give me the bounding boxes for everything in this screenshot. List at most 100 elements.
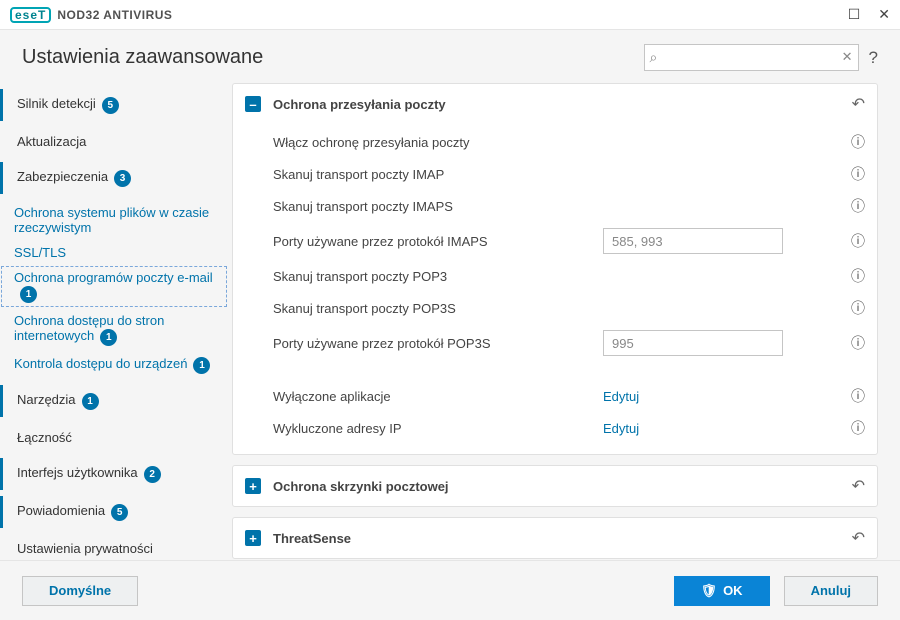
search-icon: ⌕ [650, 49, 658, 66]
close-icon[interactable]: ✕ [878, 6, 890, 23]
cancel-button[interactable]: Anuluj [784, 576, 878, 606]
badge: 5 [111, 504, 128, 521]
sidebar-item[interactable]: Silnik detekcji 5 [0, 89, 228, 121]
sidebar-subitem[interactable]: Ochrona dostępu do stron internetowych1 [0, 308, 228, 351]
reset-icon[interactable]: ↶ [852, 528, 865, 548]
sidebar-item[interactable]: Narzędzia1 [0, 385, 228, 417]
sidebar-item-label: Ustawienia prywatności [17, 541, 153, 556]
sidebar-subitem[interactable]: SSL/TLS [0, 240, 228, 265]
header: Ustawienia zaawansowane ⌕ ✕ ? [0, 30, 900, 79]
setting-row: Włącz ochronę przesyłania poczty ⓘ [233, 126, 877, 158]
setting-control: Edytuj [603, 389, 813, 404]
setting-row: Skanuj transport poczty POP3 ⓘ [233, 260, 877, 292]
main: Silnik detekcji 5 Aktualizacja Zabezpieczen… [0, 79, 900, 599]
setting-label: Włącz ochronę przesyłania poczty [273, 135, 603, 150]
text-input[interactable] [603, 228, 783, 254]
spacer [233, 362, 877, 380]
panel-title: Ochrona skrzynki pocztowej [273, 479, 449, 494]
sidebar-item-label: Ochrona programów poczty e-mail [14, 270, 213, 285]
sidebar-item-label: Powiadomienia [17, 503, 105, 518]
sidebar-item-label: Ochrona systemu plików w czasie rzeczywi… [14, 205, 209, 235]
badge: 1 [100, 329, 117, 346]
reset-icon[interactable]: ↶ [852, 476, 865, 496]
info-icon[interactable]: ⓘ [851, 333, 865, 353]
maximize-icon[interactable]: ☐ [848, 6, 861, 23]
sidebar-item[interactable]: Ustawienia prywatności [0, 534, 228, 563]
collapse-icon[interactable]: – [245, 96, 261, 112]
info-icon[interactable]: ⓘ [851, 266, 865, 286]
window-controls: ☐ ✕ [848, 6, 890, 23]
info-icon[interactable]: ⓘ [851, 231, 865, 251]
setting-control: Edytuj [603, 421, 813, 436]
badge: 1 [193, 357, 210, 374]
sidebar-subitem[interactable]: Ochrona systemu plików w czasie rzeczywi… [0, 200, 228, 240]
panel: –Ochrona przesyłania poczty ↶ Włącz ochron… [232, 83, 878, 455]
info-icon[interactable]: ⓘ [851, 386, 865, 406]
sidebar-item[interactable]: Aktualizacja [0, 127, 228, 156]
brand: eseT NOD32 ANTIVIRUS [10, 7, 172, 23]
info-icon[interactable]: ⓘ [851, 298, 865, 318]
badge: 1 [20, 286, 37, 303]
badge: 1 [82, 393, 99, 410]
search-input[interactable] [644, 44, 859, 71]
sidebar-item[interactable]: Interfejs użytkownika 2 [0, 458, 228, 490]
brand-text: NOD32 ANTIVIRUS [57, 8, 172, 22]
sidebar: Silnik detekcji 5 Aktualizacja Zabezpieczen… [0, 79, 228, 599]
panel-title: Ochrona przesyłania poczty [273, 97, 446, 112]
setting-row: Wyłączone aplikacjeEdytujⓘ [233, 380, 877, 412]
expand-icon[interactable]: + [245, 530, 261, 546]
setting-control [603, 330, 813, 356]
setting-label: Wykluczone adresy IP [273, 421, 603, 436]
sidebar-item-label: Silnik detekcji [17, 96, 96, 111]
expand-icon[interactable]: + [245, 478, 261, 494]
sidebar-subitem[interactable]: Kontrola dostępu do urządzeń 1 [0, 351, 228, 379]
badge: 3 [114, 170, 131, 187]
setting-label: Skanuj transport poczty POP3 [273, 269, 603, 284]
sidebar-item-label: Łączność [17, 430, 72, 445]
shield-icon: 🛡 [701, 583, 718, 599]
sidebar-item-label: Ochrona dostępu do stron internetowych [14, 313, 164, 343]
setting-label: Skanuj transport poczty POP3S [273, 301, 603, 316]
ok-button[interactable]: 🛡 OK [674, 576, 770, 606]
panel: + ThreatSense ↶ [232, 517, 878, 559]
brand-logo: eseT [10, 7, 51, 23]
page-title: Ustawienia zaawansowane [22, 46, 263, 69]
panel-header[interactable]: –Ochrona przesyłania poczty ↶ [233, 84, 877, 124]
info-icon[interactable]: ⓘ [851, 196, 865, 216]
badge: 2 [144, 466, 161, 483]
reset-icon[interactable]: ↶ [852, 94, 865, 114]
setting-row: Wykluczone adresy IPEdytuj ⓘ [233, 412, 877, 444]
setting-row: Skanuj transport poczty POP3S ⓘ [233, 292, 877, 324]
sidebar-item-label: Kontrola dostępu do urządzeń [14, 356, 187, 371]
text-input[interactable] [603, 330, 783, 356]
ok-label: OK [723, 583, 743, 598]
info-icon[interactable]: ⓘ [851, 132, 865, 152]
default-button[interactable]: Domyślne [22, 576, 138, 606]
sidebar-item[interactable]: Powiadomienia 5 [0, 496, 228, 528]
setting-row: Porty używane przez protokół POP3S ⓘ [233, 324, 877, 362]
panel-header[interactable]: + Ochrona skrzynki pocztowej ↶ [233, 466, 877, 506]
footer: Domyślne 🛡 OK Anuluj [0, 560, 900, 620]
setting-label: Porty używane przez protokół IMAPS [273, 234, 603, 249]
panel-header[interactable]: + ThreatSense ↶ [233, 518, 877, 558]
setting-control [603, 228, 813, 254]
badge: 5 [102, 97, 119, 114]
setting-row: Skanuj transport poczty IMAP ⓘ [233, 158, 877, 190]
setting-label: Porty używane przez protokół POP3S [273, 336, 603, 351]
panel: + Ochrona skrzynki pocztowej ↶ [232, 465, 878, 507]
sidebar-item-label: Interfejs użytkownika [17, 465, 138, 480]
setting-label: Skanuj transport poczty IMAP [273, 167, 603, 182]
edit-link[interactable]: Edytuj [603, 389, 639, 404]
content: –Ochrona przesyłania poczty ↶ Włącz ochron… [228, 79, 900, 599]
sidebar-item[interactable]: Łączność [0, 423, 228, 452]
sidebar-subitem[interactable]: Ochrona programów poczty e-mail1 [0, 265, 228, 308]
panel-title: ThreatSense [273, 531, 351, 546]
clear-icon[interactable]: ✕ [842, 49, 853, 65]
info-icon[interactable]: ⓘ [851, 418, 865, 438]
edit-link[interactable]: Edytuj [603, 421, 639, 436]
titlebar: eseT NOD32 ANTIVIRUS ☐ ✕ [0, 0, 900, 30]
help-icon[interactable]: ? [869, 48, 878, 68]
info-icon[interactable]: ⓘ [851, 164, 865, 184]
sidebar-item[interactable]: Zabezpieczenia3 [0, 162, 228, 194]
setting-label: Skanuj transport poczty IMAPS [273, 199, 603, 214]
